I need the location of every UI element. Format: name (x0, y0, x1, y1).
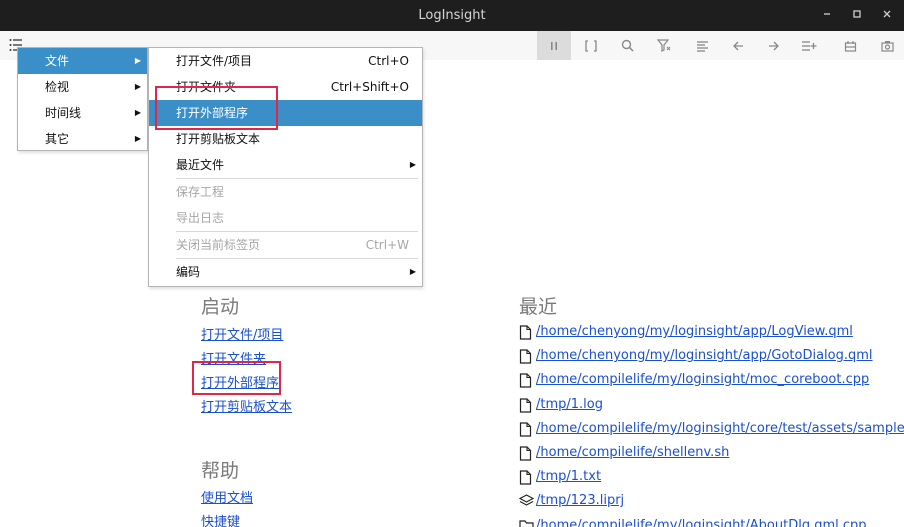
arrow-left-icon[interactable] (721, 31, 755, 60)
pause-icon[interactable] (537, 31, 571, 60)
recent-item-link[interactable]: /home/chenyong/my/loginsight/app/GotoDia… (536, 346, 873, 366)
file-icon (519, 325, 532, 343)
search-icon[interactable] (610, 31, 644, 60)
menu-item-close-tab: 关闭当前标签页 Ctrl+W (149, 232, 422, 258)
maximize-icon[interactable] (842, 0, 872, 31)
chevron-right-icon: ▶ (134, 56, 141, 65)
file-icon (519, 373, 532, 391)
menu-item-label: 导出日志 (176, 211, 225, 225)
startup-link-open-clipboard[interactable]: 打开剪贴板文本 (201, 396, 292, 415)
add-list-icon[interactable] (792, 31, 826, 60)
recent-item-link[interactable]: /tmp/1.txt (536, 467, 601, 487)
file-icon (519, 349, 532, 367)
startup-link-open-folder[interactable]: 打开文件夹 (201, 348, 266, 367)
folder-icon (519, 519, 534, 527)
menu-item-view[interactable]: 检视 ▶ (18, 74, 147, 100)
recent-item-link[interactable]: /tmp/1.log (536, 395, 603, 415)
recent-item-link[interactable]: /home/compilelife/my/loginsight/AboutDlg… (536, 516, 867, 527)
file-icon (519, 397, 532, 416)
menu-item-label: 检视 (45, 80, 70, 94)
chevron-right-icon: ▶ (409, 267, 416, 276)
camera-icon[interactable] (870, 31, 904, 60)
menu-item-timeline[interactable]: 时间线 ▶ (18, 100, 147, 126)
menu-item-label: 关闭当前标签页 (176, 238, 261, 252)
recent-item-link[interactable]: /home/compilelife/my/loginsight/moc_core… (536, 370, 869, 390)
recent-item-link[interactable]: /tmp/123.liprj (536, 491, 624, 511)
menu-item-label: 文件 (45, 54, 70, 68)
help-link-shortcuts[interactable]: 快捷键 (201, 511, 240, 527)
file-icon (519, 422, 532, 440)
help-link-docs[interactable]: 使用文档 (201, 487, 253, 506)
window-title: LogInsight (418, 8, 486, 23)
startup-link-open-file[interactable]: 打开文件/项目 (201, 324, 283, 343)
menu-item-open-external[interactable]: 打开外部程序 (149, 100, 422, 126)
menu-item-open-clipboard[interactable]: 打开剪贴板文本 (149, 126, 422, 152)
startup-title: 启动 (201, 296, 240, 318)
menu-item-label: 打开剪贴板文本 (176, 132, 261, 146)
menu-item-save-project: 保存工程 (149, 179, 422, 205)
file-icon (519, 470, 532, 488)
menu-item-other[interactable]: 其它 ▶ (18, 126, 147, 152)
shortcut-label: Ctrl+O (368, 54, 409, 68)
file-icon (519, 446, 532, 464)
arrow-right-icon[interactable] (757, 31, 791, 60)
menu-item-label: 时间线 (45, 106, 82, 120)
menu-item-encoding[interactable]: 编码 ▶ (149, 259, 422, 285)
chevron-right-icon: ▶ (134, 108, 141, 117)
menu-item-label: 打开文件/项目 (176, 54, 253, 68)
menu-item-label: 编码 (176, 265, 201, 279)
help-title: 帮助 (201, 460, 240, 482)
recent-item-link[interactable]: /home/compilelife/my/loginsight/core/tes… (536, 419, 904, 439)
menu-item-open-file[interactable]: 打开文件/项目 Ctrl+O (149, 48, 422, 74)
minimize-icon[interactable] (812, 0, 842, 31)
menu-item-open-folder[interactable]: 打开文件夹 Ctrl+Shift+O (149, 74, 422, 100)
chevron-right-icon: ▶ (409, 160, 416, 169)
align-left-icon[interactable] (685, 31, 719, 60)
layers-icon (518, 494, 535, 511)
bookmark-icon[interactable] (833, 31, 867, 60)
main-menu: 文件 ▶ 检视 ▶ 时间线 ▶ 其它 ▶ (17, 47, 148, 151)
title-bar: LogInsight (0, 0, 904, 31)
startup-link-open-external[interactable]: 打开外部程序 (201, 372, 279, 391)
menu-item-file[interactable]: 文件 ▶ (18, 48, 147, 74)
menu-item-recent-files[interactable]: 最近文件 ▶ (149, 152, 422, 178)
recent-item-link[interactable]: /home/compilelife/shellenv.sh (536, 443, 729, 463)
menu-item-label: 保存工程 (176, 185, 225, 199)
menu-item-export-log: 导出日志 (149, 205, 422, 231)
chevron-right-icon: ▶ (134, 134, 141, 143)
shortcut-label: Ctrl+Shift+O (330, 80, 409, 94)
menu-item-label: 其它 (45, 132, 70, 146)
close-icon[interactable] (872, 0, 902, 31)
menu-item-label: 最近文件 (176, 158, 225, 172)
file-submenu: 打开文件/项目 Ctrl+O 打开文件夹 Ctrl+Shift+O 打开外部程序 打… (148, 47, 423, 287)
brackets-icon[interactable] (574, 31, 608, 60)
chevron-right-icon: ▶ (134, 82, 141, 91)
filter-icon[interactable] (647, 31, 681, 60)
recent-item-link[interactable]: /home/chenyong/my/loginsight/app/LogView… (536, 322, 853, 342)
menu-item-label: 打开外部程序 (176, 106, 249, 120)
shortcut-label: Ctrl+W (365, 238, 409, 252)
menu-item-label: 打开文件夹 (176, 80, 237, 94)
recent-title: 最近 (519, 296, 558, 318)
